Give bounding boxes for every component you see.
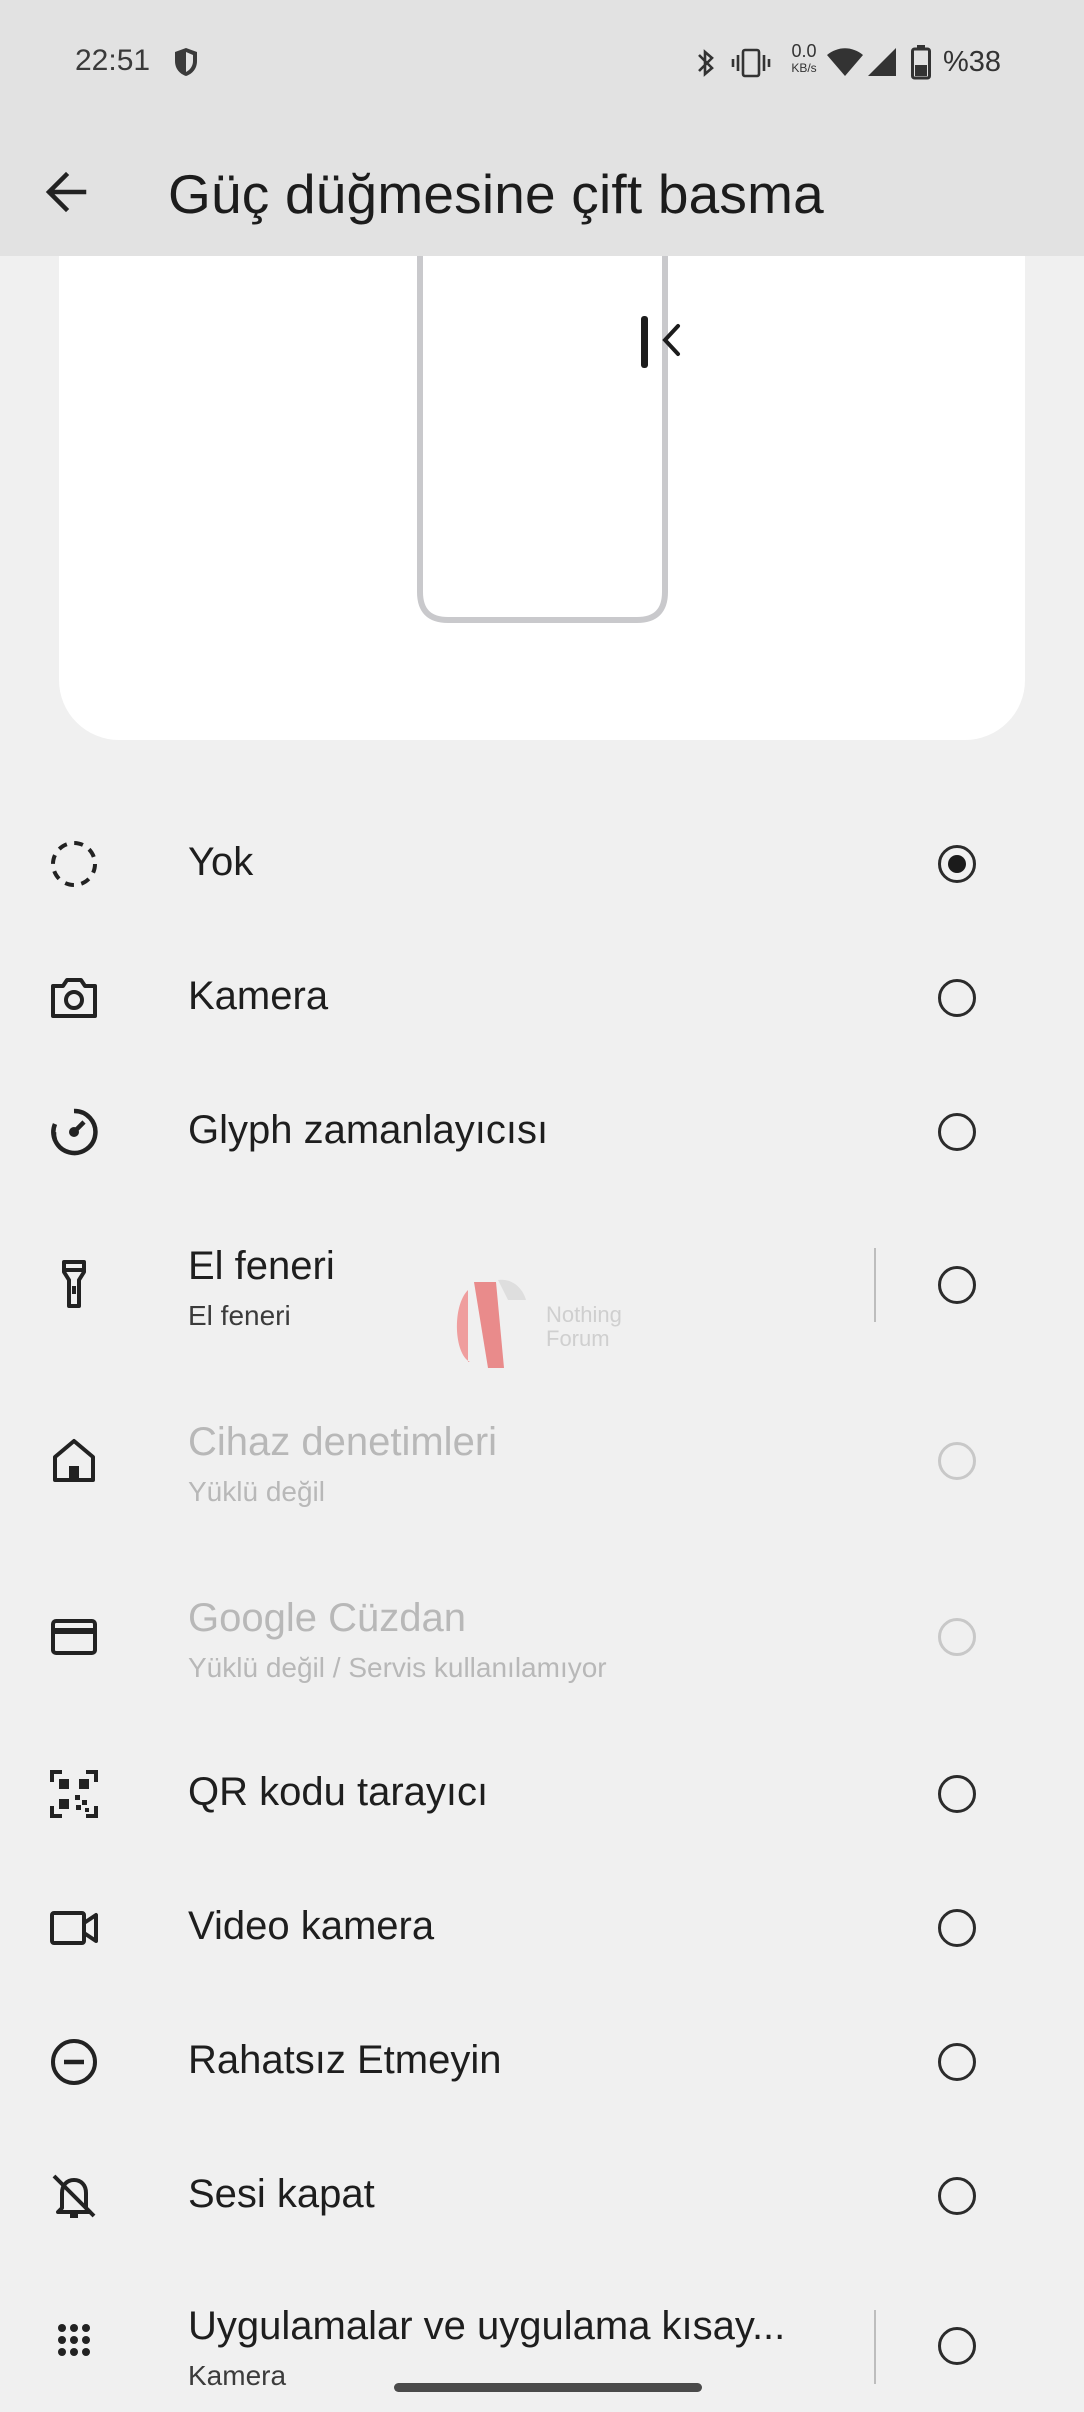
option-subtitle: Kamera [188,2360,287,2391]
option-title: Uygulamalar ve uygulama kısay... [188,2304,786,2348]
radio-button-selected[interactable] [938,845,976,883]
option-rahatsiz-etmeyin[interactable]: Rahatsız Etmeyin [0,2014,1084,2110]
option-title: Kamera [188,974,329,1018]
radio-button[interactable] [938,1113,976,1151]
option-glyph-timer[interactable]: Glyph zamanlayıcısı [0,1084,1084,1180]
video-camera-icon [50,1911,98,1945]
option-subtitle: Yüklü değil / Servis kullanılamıyor [188,1652,607,1683]
option-subtitle: El feneri [188,1300,291,1331]
watermark-line2: Forum [546,1326,610,1351]
dashed-circle-icon [51,841,97,887]
signal-icon [868,48,896,76]
radio-button [938,1442,976,1480]
app-bar: Güç düğmesine çift basma [0,128,1084,256]
apps-grid-icon [58,2324,90,2356]
watermark-line1: Nothing [546,1302,622,1327]
radio-button[interactable] [938,2177,976,2215]
camera-icon [51,978,97,1018]
phone-illustration [417,256,680,623]
net-speed: 0.0 KB/s [786,42,822,74]
option-sesi-kapat[interactable]: Sesi kapat [0,2148,1084,2244]
radio-button[interactable] [938,2043,976,2081]
option-title: Sesi kapat [188,2172,375,2216]
option-title: QR kodu tarayıcı [188,1770,489,1814]
shield-icon [175,48,197,76]
status-time: 22:51 [75,44,151,77]
option-title: Yok [188,840,254,884]
option-google-cuzdan: Google Cüzdan Yüklü değil / Servis kulla… [0,1572,1084,1702]
radio-button[interactable] [938,1266,976,1304]
gesture-nav-handle[interactable] [394,2383,702,2392]
status-bar: 22:51 0.0 KB/s %38 [0,0,1084,128]
nothing-forum-watermark: Nothing Forum [456,1279,622,1368]
flashlight-icon [62,1260,86,1308]
option-video-kamera[interactable]: Video kamera [0,1880,1084,1976]
arrow-left-icon[interactable] [36,160,100,224]
divider [874,1248,876,1322]
card-icon [51,1619,97,1655]
battery-icon [911,45,931,80]
battery-percent: %38 [943,46,1002,78]
vibrate-icon [731,48,771,78]
option-title: Cihaz denetimleri [188,1420,498,1464]
option-kamera[interactable]: Kamera [0,950,1084,1046]
wifi-icon [827,48,863,76]
radio-button [938,1618,976,1656]
option-title: Glyph zamanlayıcısı [188,1108,549,1152]
do-not-disturb-icon [51,2039,97,2085]
radio-button[interactable] [938,2327,976,2365]
option-title: Google Cüzdan [188,1596,466,1640]
bluetooth-icon [698,49,714,77]
option-uygulamalar[interactable]: Uygulamalar ve uygulama kısay... Kamera [0,2282,1084,2412]
radio-button[interactable] [938,1909,976,1947]
option-subtitle: Yüklü değil [188,1476,325,1507]
bell-off-icon [52,2174,96,2218]
radio-button[interactable] [938,979,976,1017]
option-title: Video kamera [188,1904,435,1948]
option-yok[interactable]: Yok [0,816,1084,912]
radio-button[interactable] [938,1775,976,1813]
net-speed-value: 0.0 [791,41,817,61]
illustration-card [59,256,1025,740]
divider [874,2310,876,2384]
option-title: El feneri [188,1244,335,1288]
option-cihaz-denetimleri: Cihaz denetimleri Yüklü değil [0,1396,1084,1526]
home-icon [53,1439,95,1482]
qr-code-icon [50,1770,98,1818]
option-qr-kodu[interactable]: QR kodu tarayıcı [0,1746,1084,1842]
net-speed-unit: KB/s [791,61,817,75]
timer-icon [51,1108,98,1156]
page-title: Güç düğmesine çift basma [168,163,824,225]
option-title: Rahatsız Etmeyin [188,2038,502,2082]
